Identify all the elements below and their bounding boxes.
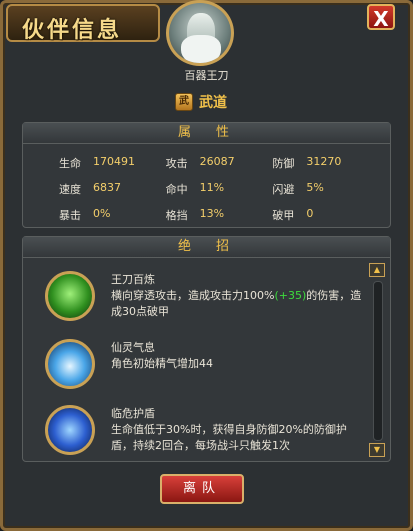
skill-desc-text: 角色初始精气增加44 <box>111 357 213 370</box>
attribute-value: 6837 <box>93 181 121 194</box>
faction-icon: 武 <box>175 93 193 111</box>
green-blade-icon <box>45 271 95 321</box>
attribute-value: 31270 <box>306 155 342 168</box>
window-title: 伙伴信息 <box>22 18 123 43</box>
attribute-attack: 攻击 26087 <box>166 155 273 181</box>
skills-panel: 绝 招 王刀百炼 横向穿透攻击，造成攻击力100%(+35)的伤害，造成30点破… <box>22 236 391 462</box>
attribute-hit: 命中 11% <box>166 181 273 207</box>
blue-aura-icon <box>45 339 95 389</box>
faction-name: 武道 <box>199 95 227 111</box>
attribute-value: 11% <box>199 181 225 194</box>
scroll-track[interactable] <box>373 281 383 441</box>
chevron-up-icon: ▲ <box>373 265 381 274</box>
attribute-armor-break: 破甲 0 <box>272 207 379 233</box>
close-button[interactable]: X <box>367 4 395 31</box>
close-icon: X <box>373 7 389 31</box>
attribute-label: 格挡 <box>165 209 188 222</box>
attribute-crit: 暴击 0% <box>59 207 166 233</box>
attribute-value: 0 <box>306 207 314 220</box>
attribute-label: 速度 <box>59 183 81 196</box>
skill-description: 生命值低于30%时，获得自身防御20%的防御护盾，持续2回合，每场战斗只触发1次 <box>111 422 365 454</box>
attribute-label: 闪避 <box>272 183 295 196</box>
attribute-dodge: 闪避 5% <box>272 181 379 207</box>
attribute-label: 生命 <box>59 157 81 170</box>
attribute-hp: 生命 170491 <box>59 155 166 181</box>
skills-list[interactable]: 王刀百炼 横向穿透攻击，造成攻击力100%(+35)的伤害，造成30点破甲 仙灵… <box>23 257 368 461</box>
attribute-label: 命中 <box>165 183 188 196</box>
scroll-down-button[interactable]: ▼ <box>369 443 385 457</box>
attributes-header: 属 性 <box>23 123 390 144</box>
title-plate: 伙伴信息 <box>6 4 160 43</box>
skill-description: 横向穿透攻击，造成攻击力100%(+35)的伤害，造成30点破甲 <box>111 288 365 320</box>
attributes-panel: 属 性 生命 170491 攻击 26087 防御 31270 速度 6837 … <box>22 122 391 228</box>
skills-scrollbar[interactable]: ▲ ▼ <box>369 263 385 459</box>
attribute-row: 生命 170491 攻击 26087 防御 31270 <box>59 155 379 181</box>
chevron-down-icon: ▼ <box>373 445 381 454</box>
skills-header: 绝 招 <box>23 237 390 258</box>
skill-name: 王刀百炼 <box>111 273 155 286</box>
leave-team-button[interactable]: 离队 <box>160 474 244 504</box>
attribute-value: 26087 <box>199 155 235 168</box>
scroll-up-button[interactable]: ▲ <box>369 263 385 277</box>
attribute-value: 0% <box>93 207 111 220</box>
attribute-label: 暴击 <box>59 209 81 222</box>
attribute-row: 暴击 0% 格挡 13% 破甲 0 <box>59 207 379 233</box>
faction-badge: 武 武道 <box>175 93 227 111</box>
attribute-value: 5% <box>306 181 324 194</box>
attributes-grid: 生命 170491 攻击 26087 防御 31270 速度 6837 命中 1… <box>59 155 379 233</box>
attribute-value: 13% <box>199 207 225 220</box>
hero-name: 百器王刀 <box>184 69 229 82</box>
attribute-row: 速度 6837 命中 11% 闪避 5% <box>59 181 379 207</box>
shield-spirit-icon <box>45 405 95 455</box>
skill-description: 角色初始精气增加44 <box>111 356 365 372</box>
skill-name: 临危护盾 <box>111 407 155 420</box>
skill-desc-text: 横向穿透攻击，造成攻击力100% <box>111 289 275 302</box>
attribute-speed: 速度 6837 <box>59 181 166 207</box>
hero-portrait <box>166 0 234 66</box>
attribute-label: 攻击 <box>165 157 188 170</box>
attribute-value: 170491 <box>93 155 135 168</box>
attribute-defense: 防御 31270 <box>272 155 379 181</box>
skill-bonus: (+35) <box>274 289 307 302</box>
attribute-block: 格挡 13% <box>166 207 273 233</box>
skill-name: 仙灵气息 <box>111 341 155 354</box>
skill-desc-text: 生命值低于30%时，获得自身防御20%的防御护盾，持续2回合，每场战斗只触发1次 <box>111 423 347 452</box>
attribute-label: 破甲 <box>272 209 295 222</box>
attribute-label: 防御 <box>272 157 295 170</box>
portrait-beard <box>181 35 221 63</box>
